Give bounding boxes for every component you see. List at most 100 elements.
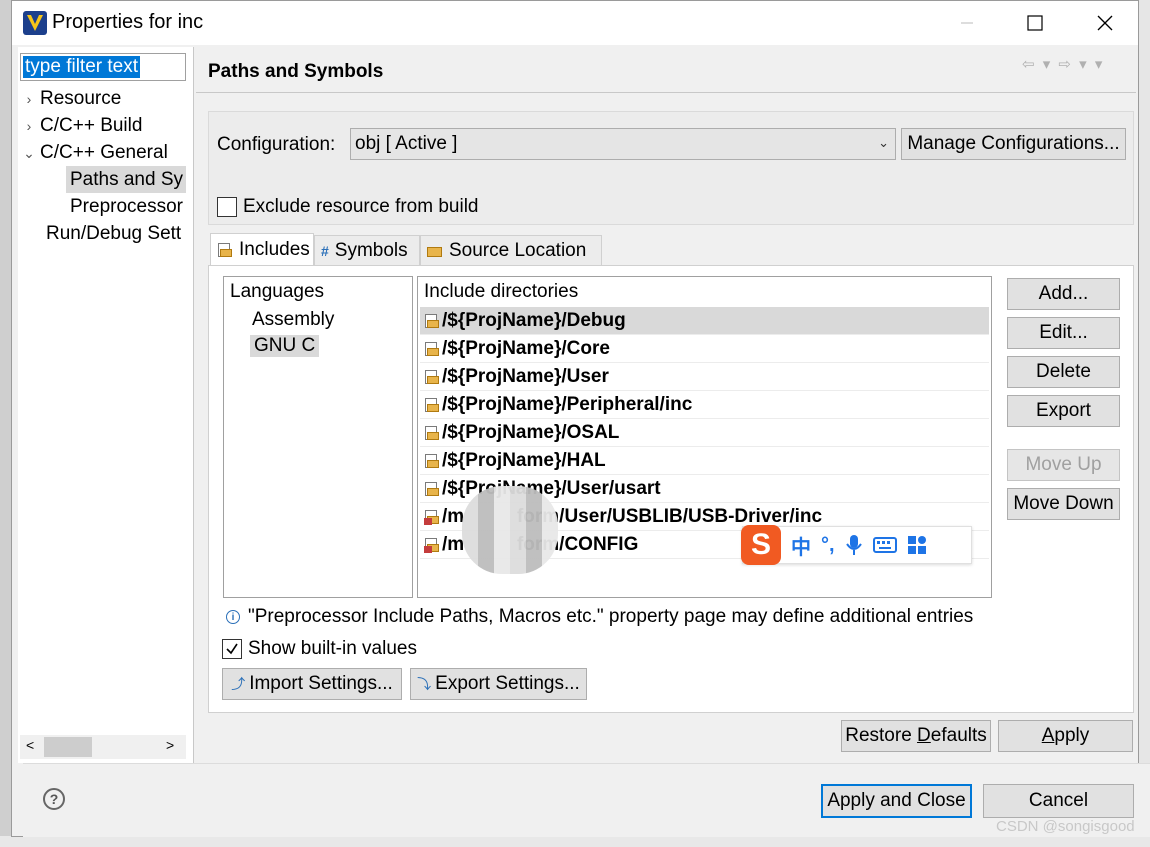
move-up-button[interactable]: Move Up [1007,449,1120,481]
show-builtin-checkbox[interactable] [222,639,242,659]
filter-input[interactable]: type filter text [20,53,186,81]
background-bottom [0,836,1150,847]
include-path: /${ProjName}/OSAL [442,421,620,443]
ime-logo-icon[interactable]: S [741,525,781,565]
apps-icon[interactable] [907,535,927,555]
page-title: Paths and Symbols [208,61,384,82]
export-button[interactable]: Export [1007,395,1120,427]
restore-defaults-button[interactable]: Restore Defaults [841,720,991,752]
close-button[interactable] [1070,1,1140,45]
workspace-folder-icon [424,509,440,525]
language-item-gnu-c[interactable]: GNU C [250,335,320,357]
exclude-resource-checkbox[interactable] [217,197,237,217]
workspace-folder-icon [424,537,440,553]
category-tree-panel: type filter text › Resource › C/C++ Build … [18,47,194,763]
tab-source-location[interactable]: Source Location [420,235,602,265]
watermark: CSDN @songisgood [996,818,1135,835]
include-folder-icon [424,397,440,413]
scrollbar-thumb[interactable] [44,737,92,757]
include-path: /${ProjName}/HAL [442,449,606,471]
apply-mnemonic: A [1041,725,1055,746]
tree-item-cpp-build[interactable]: › C/C++ Build [18,112,143,140]
language-item-assembly[interactable]: Assembly [252,309,334,331]
apply-and-close-button[interactable]: Apply and Close [821,784,972,818]
move-down-button[interactable]: Move Down [1007,488,1120,520]
include-row[interactable]: /${ProjName}/User [420,363,989,391]
include-path: /${ProjName}/Core [442,337,610,359]
punctuation-icon[interactable]: °, [821,534,835,557]
show-builtin-label: Show built-in values [248,638,417,659]
include-directories-header: Include directories [424,281,579,302]
restore-label-part: efaults [930,725,987,746]
tree-item-resource[interactable]: › Resource [18,85,122,113]
include-row[interactable]: /${ProjName}/HAL [420,447,989,475]
includes-icon [217,242,233,258]
edit-button[interactable]: Edit... [1007,317,1120,349]
import-settings-button[interactable]: ⤴ Import Settings... [222,668,402,700]
blurred-redaction [462,486,558,574]
page-header: Paths and Symbols ⇦ ▾ ⇨ ▾ ▾ [196,47,1136,93]
export-icon: ⤵ [417,676,432,692]
languages-list: Languages Assembly GNU C [223,276,413,598]
include-folder-icon [424,453,440,469]
maximize-button[interactable] [1000,1,1070,45]
configuration-select[interactable]: obj [ Active ] ⌄ [350,128,896,160]
tree-item-label: C/C++ Build [40,115,143,136]
include-folder-icon [424,313,440,329]
tab-label: Includes [239,238,310,260]
navigation-arrows-icon[interactable]: ⇦ ▾ ⇨ ▾ ▾ [1022,55,1104,73]
export-settings-button[interactable]: ⤵ Export Settings... [410,668,587,700]
keyboard-icon[interactable] [872,536,897,554]
include-row[interactable]: /${ProjName}/Debug [420,307,989,335]
properties-dialog: Properties for inc type filter text › Res… [11,0,1150,837]
export-settings-label: Export Settings... [435,673,580,694]
configuration-label: Configuration: [217,134,336,155]
scroll-right-icon[interactable]: > [166,737,174,753]
languages-header: Languages [230,281,325,302]
window-title: Properties for inc [52,11,204,33]
title-bar: Properties for inc [12,1,1138,45]
include-path: /${ProjName}/User [442,365,609,387]
chevron-down-icon: ⌄ [878,135,889,150]
cancel-button[interactable]: Cancel [983,784,1134,818]
dialog-footer: ? Apply and Close Cancel [23,763,1150,837]
mic-icon[interactable] [845,534,863,556]
tree-item-cpp-general[interactable]: ⌄ C/C++ General [18,139,168,166]
show-builtin-row: Show built-in values [222,638,417,660]
tree-item-label: Resource [40,88,122,109]
maximize-icon [1027,15,1043,31]
manage-configurations-button[interactable]: Manage Configurations... [901,128,1126,160]
filter-placeholder: type filter text [23,56,140,78]
checkmark-icon [226,643,238,655]
delete-button[interactable]: Delete [1007,356,1120,388]
tree-item-label: Preprocessor [70,196,183,217]
tree-item-run-debug[interactable]: Run/Debug Sett [46,220,186,247]
apply-button[interactable]: Apply [998,720,1133,752]
import-icon: ⤴ [231,676,246,692]
tree-item-label: Paths and Sy [70,169,184,190]
tab-symbols[interactable]: # Symbols [314,235,420,265]
help-icon[interactable]: ? [43,788,65,810]
tab-includes[interactable]: Includes [210,233,314,265]
folder-icon [427,243,443,259]
info-text: "Preprocessor Include Paths, Macros etc.… [248,606,974,627]
ime-toolbar[interactable]: S 中 °, [741,525,972,565]
add-button[interactable]: Add... [1007,278,1120,310]
minimize-button[interactable] [932,1,1002,45]
tree-item-paths-and-symbols[interactable]: Paths and Sy [66,166,186,193]
scroll-left-icon[interactable]: < [26,737,34,753]
horizontal-scrollbar[interactable]: < > [20,735,186,759]
include-path: /${ProjName}/Peripheral/inc [442,393,693,415]
include-row[interactable]: /${ProjName}/OSAL [420,419,989,447]
chevron-right-icon[interactable]: › [18,86,40,113]
include-folder-icon [424,481,440,497]
include-row[interactable]: /${ProjName}/Core [420,335,989,363]
include-row[interactable]: /${ProjName}/Peripheral/inc [420,391,989,419]
include-folder-icon [424,425,440,441]
chevron-down-icon[interactable]: ⌄ [18,140,40,167]
include-folder-icon [424,341,440,357]
tree-item-preprocessor[interactable]: Preprocessor [70,193,183,220]
chinese-mode-icon[interactable]: 中 [791,531,811,560]
chevron-right-icon[interactable]: › [18,113,40,140]
restore-mnemonic: D [917,725,931,746]
